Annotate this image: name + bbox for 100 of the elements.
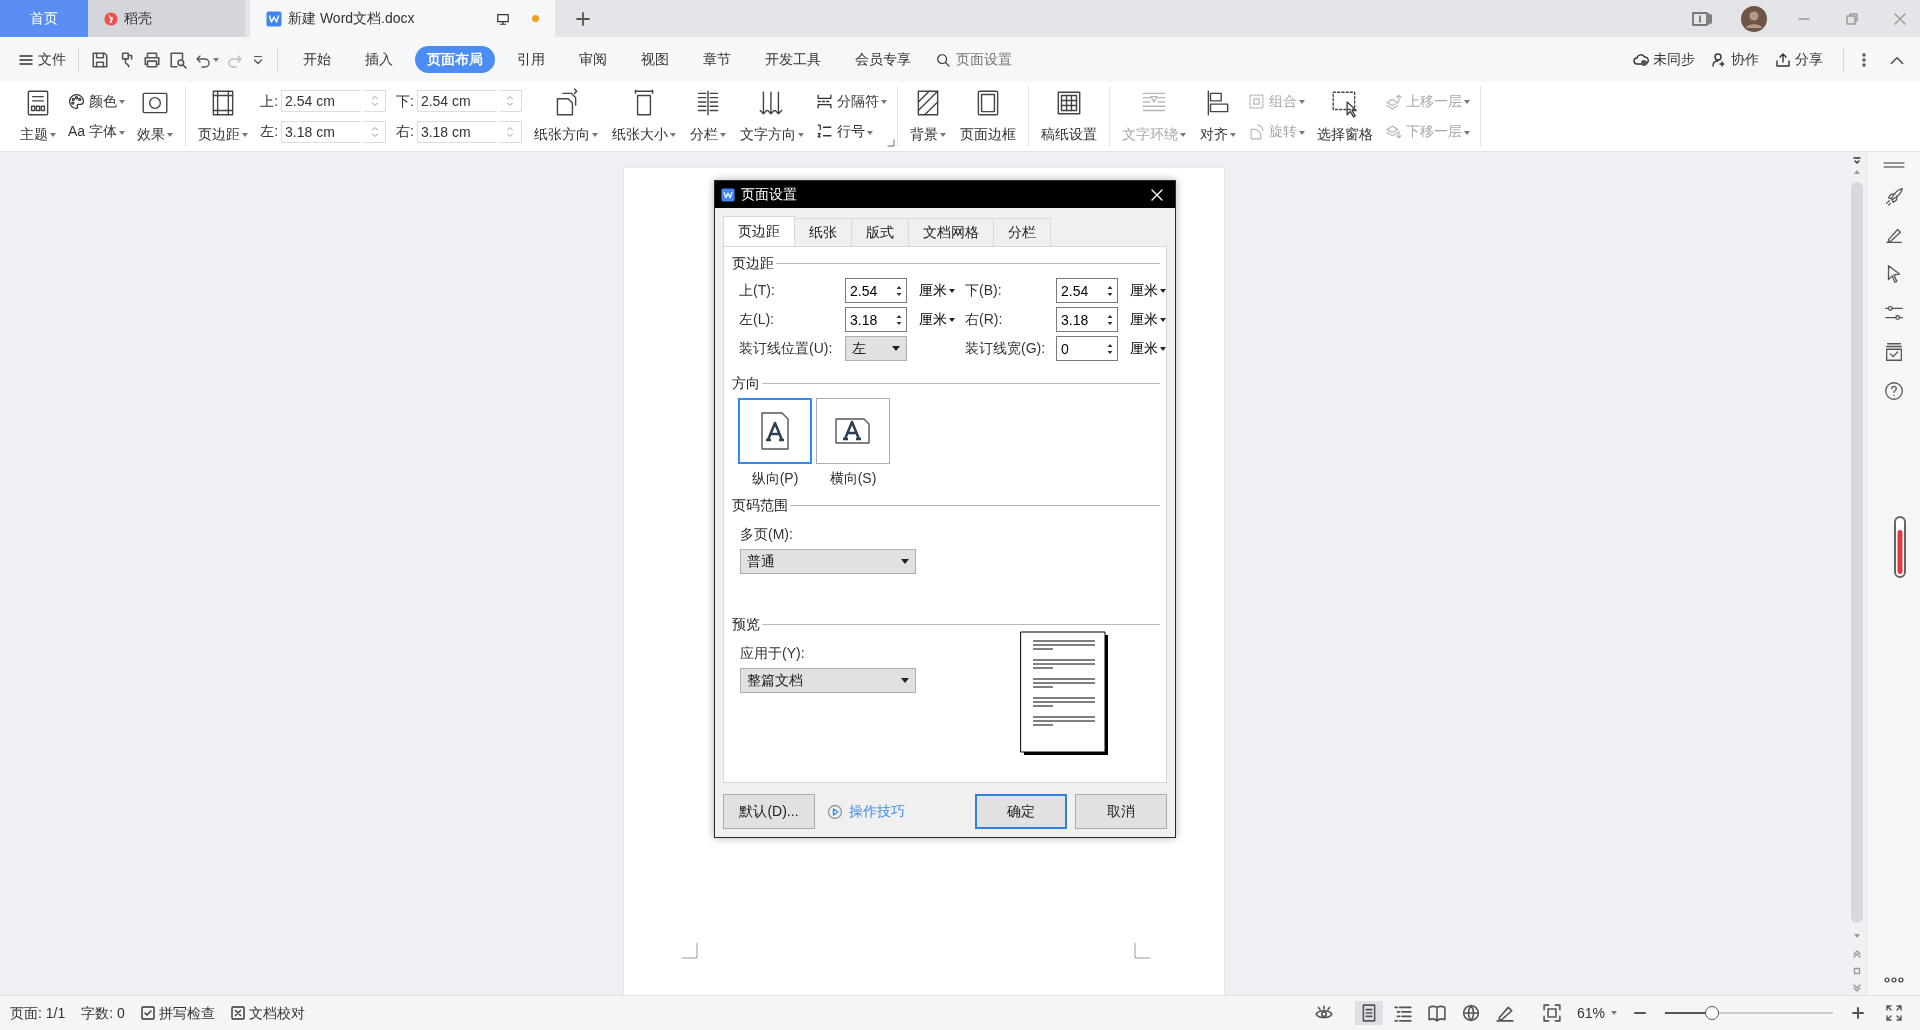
dialog-button[interactable]: 取消 [1075, 794, 1167, 829]
caret-icon [119, 130, 126, 135]
margin-field[interactable]: 2.54 cm [416, 90, 497, 113]
orientation-option[interactable] [816, 398, 890, 464]
ruler-toggle-icon[interactable] [1852, 156, 1862, 166]
tab[interactable]: 稻壳 [88, 0, 245, 37]
scroll-indicator-icon[interactable] [1893, 516, 1906, 578]
unit-dropdown[interactable]: 厘米 [1126, 309, 1166, 330]
status-toggle[interactable]: 拼写检查 [140, 1002, 215, 1024]
field-label: 右: [396, 122, 414, 142]
help-icon[interactable] [1882, 380, 1905, 402]
ribbon-button[interactable]: 纸张大小 [605, 86, 682, 147]
print-preview-icon[interactable] [169, 50, 187, 69]
caret-icon [1160, 288, 1166, 293]
print-icon[interactable] [143, 50, 161, 69]
caret-icon [1179, 133, 1186, 138]
zoom-dropdown[interactable]: 61% [1576, 1002, 1617, 1024]
search-field[interactable]: 页面设置 [954, 48, 1044, 71]
more-icon[interactable] [1883, 977, 1904, 983]
ribbon-button[interactable]: 文字方向 [733, 86, 810, 147]
ribbon-tab[interactable]: 插入 [353, 46, 405, 73]
margin-field[interactable]: 3.18 cm [281, 120, 361, 143]
dropdown[interactable]: 整篇文档 [740, 668, 916, 693]
cross-box-icon [230, 1006, 245, 1020]
dialog-button[interactable]: 默认(D)... [723, 794, 815, 829]
margin-field[interactable]: 3.18 cm [416, 120, 497, 143]
dropdown[interactable]: 左 [845, 336, 907, 361]
ribbon-button[interactable]: 选择窗格 [1310, 86, 1379, 147]
save-icon[interactable] [91, 50, 109, 69]
unit-dropdown[interactable]: 厘米 [915, 280, 965, 301]
window-layout-icon [1692, 10, 1712, 27]
status-text: 页面: 1/1 [10, 1003, 66, 1023]
palette-icon [68, 92, 85, 110]
file-menu-button[interactable]: 文件 [14, 49, 70, 70]
toolbar-action[interactable]: 分享 [1771, 49, 1827, 70]
ribbon-button[interactable]: 背景 [903, 86, 952, 147]
dropdown[interactable]: 普通 [740, 549, 916, 574]
ribbon-button[interactable]: Aa 字体 [64, 120, 130, 144]
unit-dropdown[interactable]: 厘米 [1126, 280, 1166, 301]
field-label: 右(R): [965, 310, 1004, 329]
view-button[interactable] [1354, 1001, 1383, 1025]
section-heading: 预览 [732, 615, 760, 634]
page-break-icon [815, 92, 833, 110]
caret-icon [1611, 1011, 1617, 1015]
zoom-in-icon[interactable] [1851, 1006, 1865, 1020]
caret-icon [1298, 130, 1305, 135]
ribbon-button[interactable]: 纸张方向 [527, 86, 604, 147]
share-icon [1775, 51, 1791, 68]
field-label: 左(L): [739, 310, 775, 329]
caret-icon [1229, 133, 1236, 138]
toolbar-action[interactable]: 未同步 [1629, 49, 1699, 70]
ribbon-tab[interactable]: 视图 [629, 46, 681, 73]
ribbon-button[interactable]: 分栏 [683, 86, 732, 147]
ribbon-tab[interactable]: 章节 [691, 46, 743, 73]
ribbon-button[interactable]: 主题 [14, 86, 62, 147]
ribbon-button[interactable]: 行号 [811, 120, 891, 144]
option-label: 纵向(P) [751, 469, 799, 488]
tab[interactable]: 分栏 [993, 218, 1051, 246]
ribbon-button[interactable]: 分隔符 [811, 89, 891, 113]
caret-icon [1463, 130, 1470, 135]
field-label: 下(B): [965, 281, 1003, 300]
ribbon-tab[interactable]: 开发工具 [753, 46, 833, 73]
tab[interactable]: 页边距 [723, 216, 795, 246]
avatar-icon[interactable] [1740, 4, 1768, 33]
status-toggle[interactable]: 文档校对 [230, 1002, 305, 1024]
unit-dropdown[interactable]: 厘米 [915, 309, 965, 330]
ribbon-button[interactable]: 效果 [131, 86, 180, 147]
ribbon-button[interactable]: 稿纸设置 [1034, 86, 1103, 147]
fullscreen-icon[interactable] [1886, 1005, 1902, 1021]
corner-mark-icon [1134, 943, 1150, 959]
dialog-title: 页面设置 [741, 185, 797, 204]
caret-icon [866, 130, 873, 135]
caret-icon [901, 559, 909, 564]
ribbon-button[interactable]: 页面边框 [953, 86, 1022, 147]
status-text: 字数: 0 [81, 1003, 125, 1023]
tab[interactable]: 新建 Word文档.docx [250, 0, 555, 37]
slider-thumb[interactable] [1705, 1006, 1720, 1020]
toolbar-action[interactable]: 协作 [1707, 49, 1763, 70]
caret-icon [50, 133, 56, 138]
ribbon-button[interactable]: 颜色 [64, 89, 130, 113]
ribbon-tab[interactable]: 引用 [505, 46, 557, 73]
dialog-button[interactable]: 确定 [975, 794, 1067, 829]
margin-field[interactable]: 2.54 cm [281, 90, 361, 113]
ribbon-button[interactable]: 对齐 [1193, 86, 1242, 147]
ribbon-button[interactable]: 页边距 [192, 86, 255, 147]
field-label: 装订线宽(G): [965, 339, 1047, 358]
caret-icon [719, 133, 726, 138]
section-heading: 方向 [732, 374, 760, 393]
fit-page-icon[interactable] [1542, 1004, 1561, 1022]
ribbon-tab[interactable]: 会员专享 [843, 46, 923, 73]
close-icon[interactable] [1151, 188, 1163, 201]
field-label: 上: [260, 91, 278, 111]
field-label: 上(T): [739, 281, 776, 300]
ribbon-tab[interactable]: 开始 [291, 46, 343, 73]
scrollbar-thumb[interactable] [1851, 182, 1863, 923]
caret-icon [892, 346, 900, 351]
unit-dropdown[interactable]: 厘米 [1126, 338, 1166, 359]
caret-icon [797, 133, 804, 138]
ribbon-tab[interactable]: 审阅 [567, 46, 619, 73]
orientation-option[interactable] [738, 398, 812, 464]
